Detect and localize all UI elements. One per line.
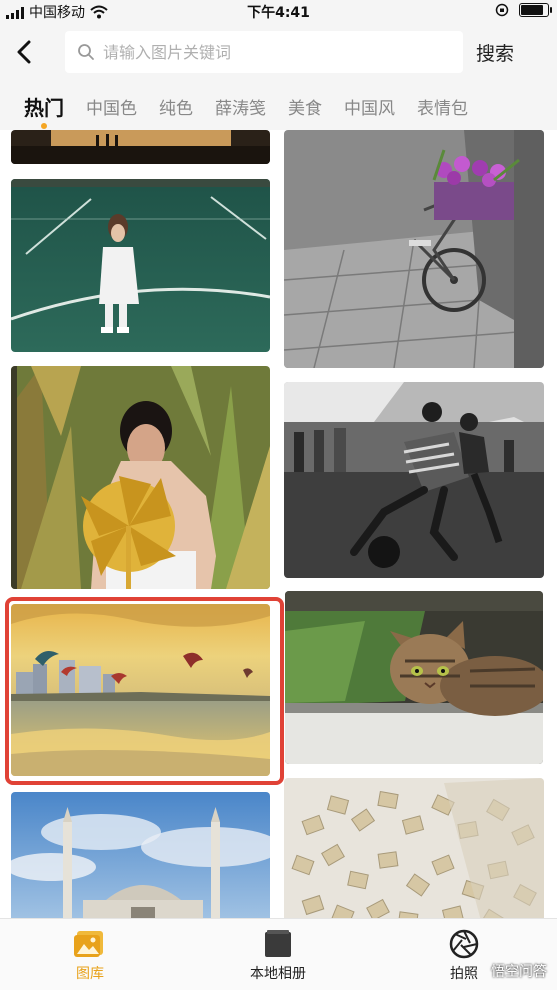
tab-label: 表情包 [417,98,468,119]
image-tile-bicycle[interactable] [284,130,544,368]
watermark: 悟空问答 [491,964,547,980]
nav-local-album[interactable]: 本地相册 [218,929,338,983]
nav-label: 图库 [76,966,104,982]
image-tile-sunset[interactable] [11,130,270,164]
tab-label: 中国色 [86,98,137,119]
tab-label: 美食 [288,98,322,119]
tab-label: 热门 [24,95,64,120]
carrier-name: 中国移动 [29,5,85,21]
active-tab-dot [41,122,47,129]
image-grid [0,130,557,918]
image-tile-woman-pinwheel[interactable] [11,366,270,589]
camera-aperture-icon [447,929,481,959]
gallery-icon [73,929,107,959]
wifi-icon [90,5,108,19]
search-input[interactable] [103,42,443,62]
signal-icon [6,5,24,19]
search-icon [78,44,94,60]
chevron-left-icon [17,40,31,64]
image-tile-beach-kites[interactable] [11,604,270,776]
image-tile-letter-tiles[interactable] [284,778,544,918]
album-icon [261,929,295,959]
orientation-lock-icon [495,3,509,17]
status-right [495,3,552,17]
tab-chinese-color[interactable]: 中国色 [86,94,137,119]
back-button[interactable] [10,36,38,68]
bottom-navigation: 图库 本地相册 拍照 悟空问答 [0,918,557,990]
tab-food[interactable]: 美食 [288,94,322,119]
header: 搜索 [0,22,557,82]
tab-hot[interactable]: 热门 [24,92,64,129]
nav-gallery[interactable]: 图库 [30,929,150,983]
tab-label: 薛涛笺 [215,98,266,119]
nav-label: 本地相册 [250,966,306,982]
battery-icon [519,3,552,17]
status-left: 中国移动 [6,2,108,22]
image-tile-cat[interactable] [285,591,543,764]
tab-chinese-style[interactable]: 中国风 [344,94,395,119]
tab-stickers[interactable]: 表情包 [417,94,468,119]
tab-xuetao-paper[interactable]: 薛涛笺 [215,94,266,119]
image-tile-kids-playing[interactable] [284,382,544,578]
search-box[interactable] [65,31,463,73]
tab-label: 纯色 [159,98,193,119]
tab-label: 中国风 [344,98,395,119]
tab-solid-color[interactable]: 纯色 [159,94,193,119]
status-bar: 中国移动 下午4:41 [0,0,557,22]
image-tile-girl-court[interactable] [11,179,270,352]
image-tile-mosque[interactable] [11,792,270,918]
search-button[interactable]: 搜索 [476,39,514,66]
category-tabs: 热门 中国色 纯色 薛涛笺 美食 中国风 表情包 [0,82,557,130]
